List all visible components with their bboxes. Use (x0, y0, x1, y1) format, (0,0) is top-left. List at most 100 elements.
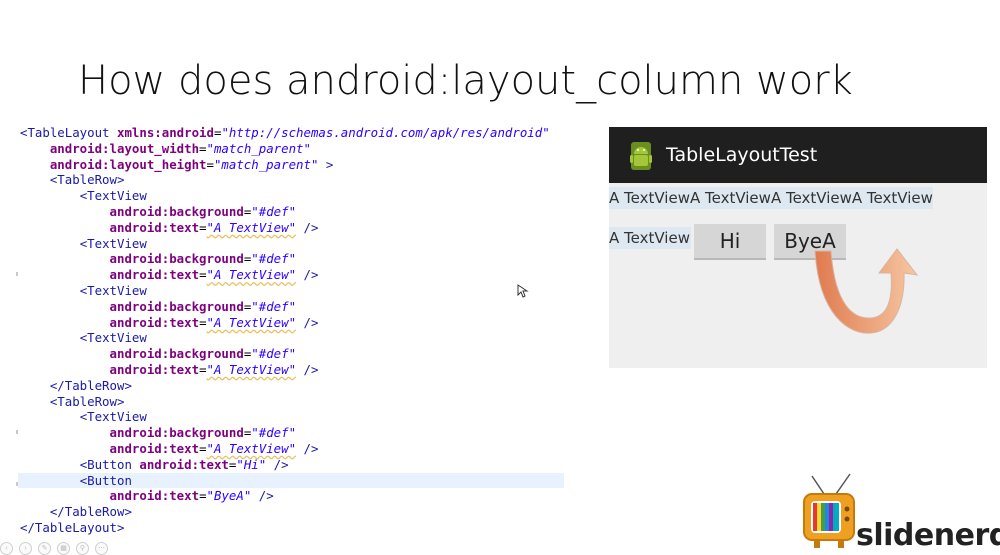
textview: A TextView (770, 189, 852, 207)
code-tag: <TextView (79, 235, 147, 251)
code-line: android:text="A TextView" /> (109, 361, 319, 377)
code-line: android:text="A TextView" /> (109, 267, 319, 283)
code-line: android:text="ByeA" /> (109, 488, 274, 504)
code-line: android:text="A TextView" /> (109, 314, 319, 330)
code-tag: /> (296, 440, 319, 456)
code-value: "#def" (251, 203, 297, 219)
code-line: </TableRow> (18, 378, 564, 394)
code-value: "#def" (251, 251, 297, 267)
code-value: "#def" (251, 425, 297, 441)
textview: A TextView (609, 189, 690, 207)
code-line: android:layout_width="match_parent" (49, 140, 311, 156)
code-tag: /> (296, 314, 319, 330)
code-attr: android:text (109, 440, 200, 456)
mouse-cursor-icon (517, 284, 529, 298)
code-line: android:layout_height="match_parent" > (49, 156, 334, 172)
fold-marker[interactable] (16, 430, 18, 434)
code-tag: <Button (79, 472, 132, 488)
code-tag: <TableRow> (49, 393, 125, 409)
code-value: "A TextView" (206, 440, 297, 456)
code-line: android:background="#def" (109, 346, 297, 362)
code-attr: android:background (109, 203, 244, 219)
code-attr: android:text (139, 456, 229, 472)
slides-icon[interactable]: ▦ (57, 542, 70, 555)
code-tag: /> (296, 267, 319, 283)
code-tag: <TextView (79, 188, 147, 204)
action-bar: TableLayoutTest (609, 127, 987, 183)
code-attr: xmlns:android (116, 125, 214, 140)
more-icon[interactable]: ⋯ (95, 542, 108, 555)
code-line: <TextView (18, 330, 564, 346)
code-value: "A TextView" (206, 361, 297, 377)
code-attr: android:text (109, 219, 200, 235)
code-value: "A TextView" (206, 314, 297, 330)
code-tag: <TableLayout (20, 125, 117, 140)
code-attr: android:background (109, 251, 244, 267)
code-tag: </TableRow> (49, 377, 132, 393)
code-value: "#def" (251, 346, 297, 362)
code-value: "A TextView" (206, 219, 297, 235)
next-icon[interactable]: › (19, 542, 32, 555)
zoom-icon[interactable]: ⚲ (76, 542, 89, 555)
code-tag: </TableLayout> (20, 519, 125, 535)
android-robot-icon (630, 142, 652, 170)
code-line-highlighted[interactable]: <Button (18, 472, 564, 489)
code-tag: /> (296, 219, 319, 235)
app-title: TableLayoutTest (666, 144, 818, 166)
code-panel: <TableLayout xmlns:android="http://schem… (18, 125, 564, 536)
code-tag: /> (266, 456, 289, 472)
code-line: android:background="#def" (109, 203, 297, 219)
code-attr: android:background (109, 425, 244, 441)
code-tag: > (318, 156, 334, 172)
code-attr: android:text (109, 361, 200, 377)
code-tag: <Button (79, 456, 140, 472)
code-line: </TableLayout> (18, 520, 564, 536)
logo-text: slidenerd (856, 518, 1000, 553)
code-tag: <TextView (79, 282, 147, 298)
code-line: android:background="#def" (109, 298, 297, 314)
code-attr: android:background (109, 298, 244, 314)
code-line: <TableLayout xmlns:android="http://schem… (20, 125, 550, 140)
code-tag: <TextView (79, 330, 147, 346)
textview: A TextView (609, 227, 691, 249)
code-attr: android:text (109, 267, 200, 283)
slideshow-toolbar: ‹ › ✎ ▦ ⚲ ⋯ (0, 542, 108, 555)
code-line: <TextView (18, 409, 564, 425)
code-value: "match_parent" (213, 156, 319, 172)
code-tag: </TableRow> (49, 504, 132, 520)
code-line: <TextView (18, 236, 564, 252)
code-line: <TableRow> (18, 394, 564, 410)
table-row: A TextView A TextView A TextView A TextV… (609, 187, 933, 209)
code-line: android:text="A TextView" /> (109, 219, 319, 235)
code-tag: <TextView (79, 409, 147, 425)
curved-arrow-icon (814, 248, 919, 334)
code-attr: android:layout_height (49, 156, 207, 172)
code-line: <TableRow> (18, 172, 564, 188)
code-value: "Hi" (236, 456, 267, 472)
code-value: "A TextView" (206, 267, 297, 283)
code-value: "ByeA" (206, 488, 252, 504)
pen-icon[interactable]: ✎ (38, 542, 51, 555)
fold-marker[interactable] (16, 482, 18, 486)
code-line: android:text="A TextView" /> (109, 440, 319, 456)
code-attr: android:text (109, 488, 200, 504)
code-line: <TextView (18, 188, 564, 204)
android-screen: TableLayoutTest A TextView A TextView A … (609, 127, 987, 368)
code-attr: android:text (109, 314, 200, 330)
code-value: "match_parent" (206, 140, 311, 156)
fold-marker[interactable] (16, 272, 18, 276)
code-line: </TableRow> (18, 504, 564, 520)
textview: A TextView (851, 189, 933, 207)
code-tag: /> (296, 361, 319, 377)
code-attr: android:layout_width (49, 140, 200, 156)
prev-icon[interactable]: ‹ (0, 542, 13, 555)
code-line: android:background="#def" (109, 251, 297, 267)
code-value: "#def" (251, 298, 297, 314)
textview: A TextView (689, 189, 771, 207)
code-line: <TextView (18, 283, 564, 299)
code-line: <Button android:text="Hi" /> (79, 456, 289, 472)
code-tag: /> (251, 488, 274, 504)
code-tag: <TableRow> (49, 172, 125, 188)
slide-title: How does android:layout_column work (78, 58, 853, 104)
hi-button[interactable]: Hi (694, 224, 766, 260)
